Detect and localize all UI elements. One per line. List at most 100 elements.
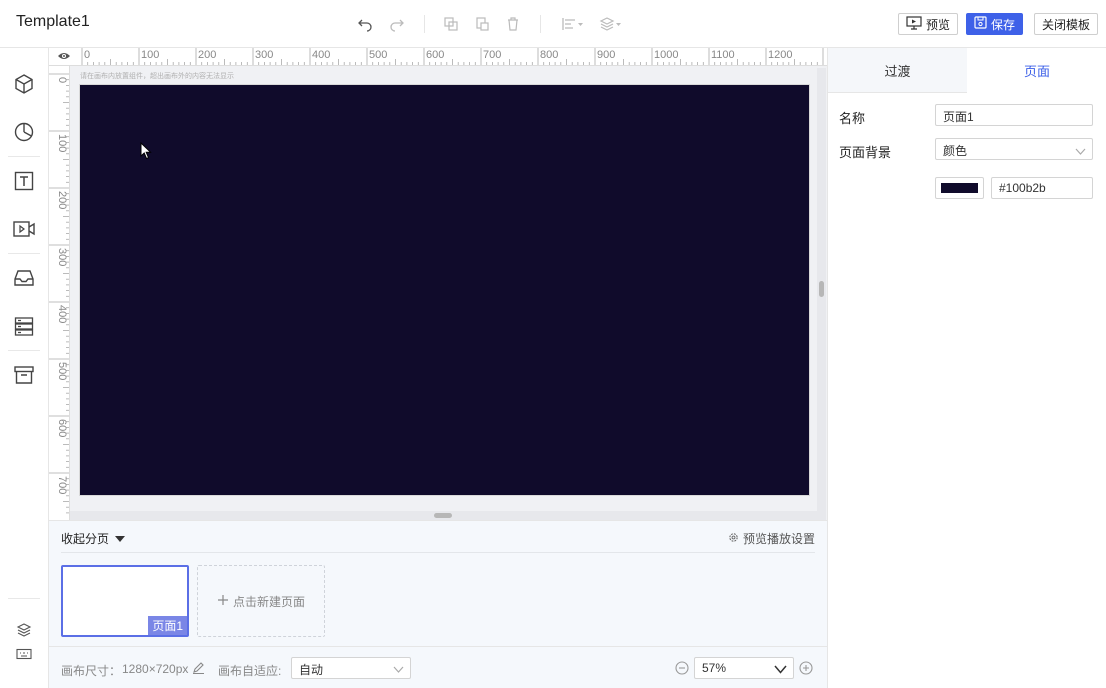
design-canvas[interactable] — [80, 85, 809, 495]
background-type-select[interactable]: 颜色 — [935, 138, 1093, 160]
new-page-button[interactable]: 点击新建页面 — [197, 565, 325, 637]
zoom-value: 57% — [702, 661, 727, 675]
pages-panel: 收起分页 预览播放设置 页面1 点击新建页面 — [49, 520, 827, 646]
video-icon[interactable] — [12, 217, 36, 241]
paste-icon[interactable] — [472, 14, 492, 34]
canvas-fit-value: 自动 — [299, 663, 324, 677]
pages-header: 收起分页 预览播放设置 — [61, 527, 815, 553]
close-template-label: 关闭模板 — [1042, 17, 1091, 32]
align-icon[interactable] — [560, 14, 586, 34]
ruler-label: 700 — [56, 476, 68, 494]
preview-play-settings-label: 预览播放设置 — [742, 532, 815, 546]
canvas-size-value: 1280×720px — [122, 662, 189, 676]
canvas-size-label: 画布尺寸： — [61, 664, 122, 678]
mouse-cursor-icon — [140, 141, 152, 163]
copy-icon[interactable] — [441, 14, 461, 34]
layer-order-icon[interactable] — [598, 14, 624, 34]
preview-play-settings-button[interactable]: 预览播放设置 — [728, 530, 815, 547]
toolbar-divider — [424, 15, 425, 33]
color-hex-input[interactable]: #100b2b — [991, 177, 1093, 199]
ruler-label: 900 — [597, 49, 615, 61]
vertical-scrollbar[interactable] — [817, 68, 826, 520]
preview-button[interactable]: 预览 — [898, 13, 959, 35]
ruler-label: 600 — [56, 419, 68, 437]
canvas-fit-select[interactable]: 自动 — [291, 657, 411, 679]
page-name-input[interactable]: 页面1 — [935, 104, 1093, 126]
background-type-value: 颜色 — [943, 144, 968, 158]
tab-transition[interactable]: 过渡 — [828, 48, 967, 93]
caret-down-icon — [114, 532, 126, 546]
properties-tabs: 过渡 页面 — [828, 48, 1106, 93]
gear-icon — [728, 532, 739, 546]
text-icon[interactable] — [12, 169, 36, 193]
status-bar: 画布尺寸： 1280×720px 画布自适应: 自动 57% — [49, 646, 827, 688]
ruler-label: 300 — [56, 248, 68, 266]
page-thumbnail[interactable]: 页面1 — [61, 565, 189, 637]
vertical-ruler: 0 100 200 300 400 500 600 700 — [49, 66, 70, 520]
collapse-pages-toggle[interactable]: 收起分页 — [61, 530, 126, 547]
tab-page[interactable]: 页面 — [967, 48, 1106, 93]
name-label: 名称 — [839, 111, 866, 126]
zoom-select[interactable]: 57% — [694, 657, 794, 679]
ruler-label: 400 — [312, 49, 330, 61]
sidebar-divider — [8, 598, 40, 599]
keyboard-icon[interactable] — [12, 642, 36, 666]
save-button[interactable]: 保存 — [966, 13, 1024, 35]
canvas-fit-label: 画布自适应: — [218, 664, 282, 678]
sidebar-divider — [8, 350, 40, 351]
monitor-icon — [906, 15, 922, 33]
ruler-visibility-toggle[interactable] — [49, 48, 79, 66]
ruler-label: 400 — [56, 305, 68, 323]
cube-icon[interactable] — [12, 72, 36, 96]
canvas-workspace[interactable]: 0 100 200 300 400 500 600 700 800 900 1000 1100 1200… — [49, 48, 827, 520]
ruler-label: 300 — [255, 49, 273, 61]
redo-icon[interactable] — [387, 14, 407, 34]
zoom-out-button[interactable] — [675, 661, 689, 675]
undo-icon[interactable] — [355, 14, 375, 34]
color-swatch — [941, 183, 978, 193]
ruler-label: 1000 — [654, 49, 678, 61]
layers-icon[interactable] — [12, 618, 36, 642]
chevron-down-icon — [774, 663, 787, 677]
page-name-value: 页面1 — [943, 110, 974, 124]
close-template-button[interactable]: 关闭模板 — [1034, 13, 1099, 35]
chevron-down-icon — [1075, 145, 1086, 159]
horizontal-scrollbar[interactable] — [70, 511, 817, 520]
ruler-label: 500 — [369, 49, 387, 61]
ruler-label: 0 — [84, 49, 90, 61]
scrollbar-thumb[interactable] — [434, 513, 452, 518]
preview-label: 预览 — [926, 17, 951, 32]
chart-icon[interactable] — [12, 120, 36, 144]
properties-panel: 过渡 页面 名称 页面1 页面背景 颜色 #100b2b — [827, 48, 1106, 688]
color-picker[interactable] — [935, 177, 984, 199]
ruler-label: 700 — [483, 49, 501, 61]
sidebar-divider — [8, 253, 40, 254]
ruler-label: 600 — [426, 49, 444, 61]
color-hex-value: #100b2b — [999, 181, 1046, 195]
ruler-label: 100 — [141, 49, 159, 61]
server-icon[interactable] — [12, 314, 36, 338]
inbox-icon[interactable] — [12, 266, 36, 290]
delete-icon[interactable] — [503, 14, 523, 34]
ruler-label: 1100 — [711, 49, 735, 61]
eye-icon — [57, 50, 71, 64]
component-sidebar — [0, 48, 49, 688]
page-thumbnail-label: 页面1 — [148, 616, 187, 635]
zoom-in-button[interactable] — [799, 661, 813, 675]
chevron-down-icon — [393, 663, 404, 677]
sidebar-divider — [8, 156, 40, 157]
new-page-label: 点击新建页面 — [232, 594, 305, 609]
archive-icon[interactable] — [12, 363, 36, 387]
save-label: 保存 — [991, 17, 1016, 32]
ruler-label: 200 — [198, 49, 216, 61]
plus-icon — [217, 594, 229, 609]
ruler-label: 100 — [56, 134, 68, 152]
edit-size-icon[interactable] — [192, 661, 205, 677]
collapse-pages-label: 收起分页 — [61, 532, 110, 546]
page-background-label: 页面背景 — [839, 145, 892, 160]
app-title: Template1 — [16, 13, 90, 30]
horizontal-ruler: 0 100 200 300 400 500 600 700 800 900 1000 1100 1200 — [79, 48, 827, 66]
scrollbar-thumb[interactable] — [819, 281, 824, 297]
save-icon — [974, 16, 987, 32]
toolbar-divider — [540, 15, 541, 33]
